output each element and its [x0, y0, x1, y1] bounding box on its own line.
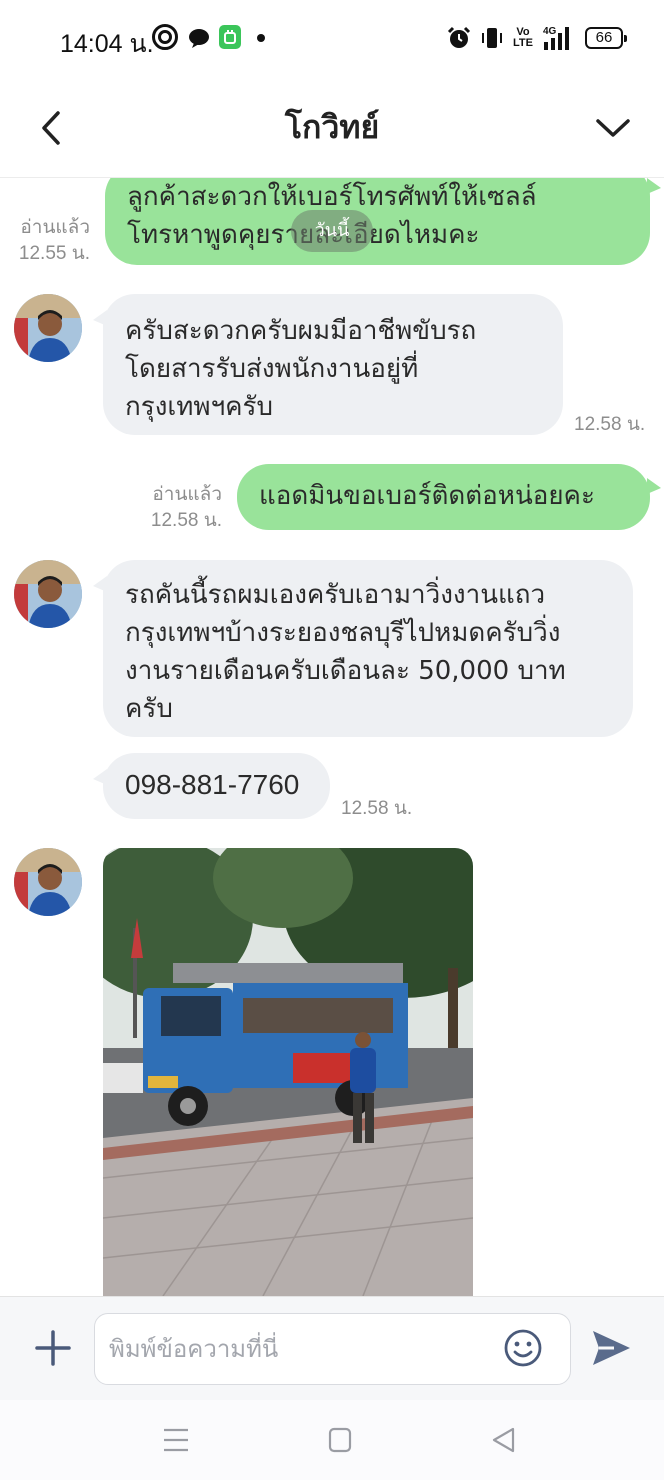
chat-messages[interactable]: อ่านแล้ว 12.55 น. ลูกค้าสะดวกให้เบอร์โทร…	[0, 178, 664, 1296]
alarm-clock-icon	[447, 24, 471, 52]
system-back-button[interactable]	[486, 1424, 522, 1456]
message-time: 12.58 น.	[574, 414, 646, 435]
avatar[interactable]	[14, 848, 82, 916]
triangle-back-icon	[492, 1427, 515, 1453]
read-receipt: อ่านแล้ว 12.55 น.	[18, 217, 90, 264]
date-divider: วันนี้	[291, 210, 373, 252]
message-time: 12.58 น.	[341, 798, 413, 819]
chat-header: โกวิทย์	[0, 78, 664, 178]
photo-message-truck[interactable]	[103, 848, 473, 1296]
avatar[interactable]	[14, 560, 82, 628]
send-icon	[593, 1331, 630, 1365]
avatar[interactable]	[14, 294, 82, 362]
message-input[interactable]	[94, 1313, 571, 1385]
chat-menu-button[interactable]	[588, 103, 638, 153]
vibrate-icon	[480, 24, 504, 52]
smiley-icon	[504, 1329, 542, 1367]
message-bubble-incoming[interactable]: รถคันนี้รถผมเองครับเอามาวิ่งงานแถว กรุงเ…	[93, 560, 633, 737]
emoji-button[interactable]	[502, 1327, 544, 1369]
send-button[interactable]	[588, 1325, 634, 1371]
battery-icon: 66	[585, 27, 627, 49]
more-notifications-dot-icon	[257, 34, 265, 42]
home-button[interactable]	[322, 1424, 358, 1456]
read-receipt: อ่านแล้ว 12.58 น.	[150, 484, 222, 531]
page-title: โกวิทย์	[284, 108, 380, 146]
status-bar: 14:04 น. Vo LTE 4G 66	[0, 0, 664, 78]
recent-apps-button[interactable]	[158, 1424, 194, 1456]
message-bubble-outgoing[interactable]: ลูกค้าสะดวกให้เบอร์โทรศัพท์ให้เซลล์ โทรห…	[105, 178, 661, 265]
app-notification-icon	[219, 25, 241, 49]
chat-bubble-icon	[188, 24, 210, 52]
chevron-down-icon	[596, 119, 630, 137]
svg-text:4G: 4G	[543, 26, 557, 37]
menu-lines-icon	[164, 1428, 188, 1452]
volte-icon: Vo LTE	[513, 26, 533, 49]
notification-ring-icon	[152, 24, 178, 50]
signal-4g-icon: 4G	[543, 24, 573, 52]
add-attachment-button[interactable]	[30, 1325, 76, 1371]
message-bubble-incoming[interactable]: 098-881-7760	[93, 753, 330, 819]
square-icon	[328, 1427, 352, 1453]
status-time: 14:04 น.	[60, 30, 154, 58]
system-navigation-bar	[0, 1400, 664, 1480]
message-bubble-outgoing[interactable]: แอดมินขอเบอร์ติดต่อหน่อยคะ	[237, 464, 661, 530]
message-bubble-incoming[interactable]: ครับสะดวกครับผมมีอาชีพขับรถ โดยสารรับส่ง…	[93, 294, 563, 435]
plus-icon	[35, 1330, 71, 1366]
message-composer	[0, 1296, 664, 1400]
